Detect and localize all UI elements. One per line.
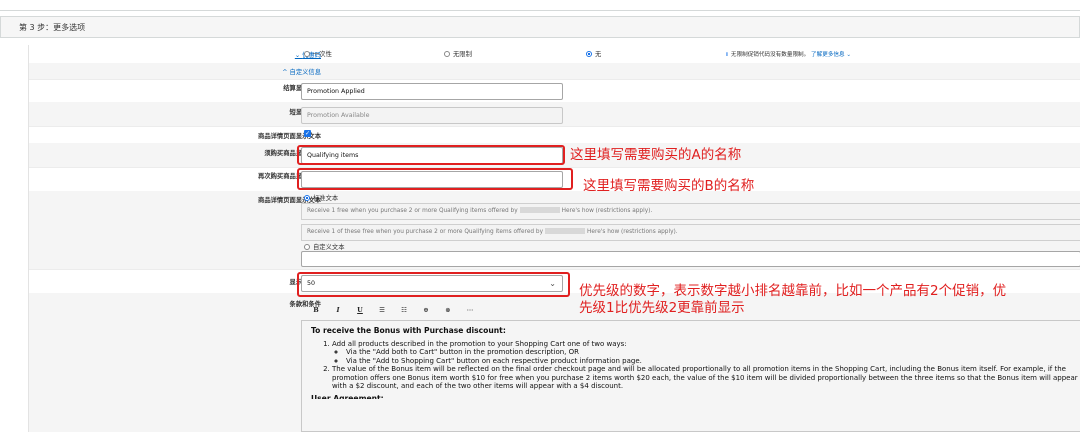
radio-custom-text[interactable]: 自定义文本 — [304, 242, 344, 251]
chevron-down-icon: ⌄ — [844, 52, 852, 58]
coupon-info: i 无限制促销代码没有数量限制。 了解更多信息 ⌄ — [726, 52, 852, 58]
checkmark-icon: ✓ — [304, 130, 311, 137]
radio-standard-text[interactable]: 标准文本 — [304, 193, 338, 202]
short-text-input[interactable]: Promotion Available — [301, 107, 563, 124]
bold-button[interactable]: B — [305, 303, 327, 317]
insert-link-button[interactable]: ⊕ — [415, 303, 437, 317]
terms-editor[interactable]: To receive the Bonus with Purchase disco… — [301, 320, 1080, 432]
checkout-text-input[interactable]: Promotion Applied — [301, 83, 563, 100]
editor-cut-heading: User Agreement: — [311, 394, 384, 400]
annotation-note-priority-1: 优先级的数字，表示数字越小排名越靠前，比如一个产品有2个促销，优 — [579, 283, 1007, 299]
more-options-form: ⌄ 优惠码 一次性 无限制 无 i 无限制促销代码没有数量限制。 了解更多信息 ⌄… — [28, 45, 1080, 432]
detail-checkbox-label: 商品详情页面显示文本 — [258, 133, 321, 140]
editor-sublist: Via the "Add both to Cart" button in the… — [332, 348, 1080, 365]
step-header: 第 3 步：更多选项 — [0, 16, 1080, 38]
info-icon: i — [726, 52, 728, 58]
radio-none[interactable]: 无 — [586, 49, 601, 58]
custom-messages-toggle[interactable]: ^ 自定义信息 — [282, 67, 321, 76]
radio-dot-icon — [304, 51, 310, 57]
underline-button[interactable]: U — [349, 303, 371, 317]
radio-dot-icon — [304, 244, 310, 250]
radio-dot-selected-icon — [586, 51, 592, 57]
chevron-up-icon: ^ — [282, 69, 290, 76]
remove-link-button[interactable]: ⊗ — [437, 303, 459, 317]
radio-unlimited[interactable]: 无限制 — [444, 49, 472, 58]
redacted-seller — [545, 228, 586, 234]
coupon-row: ⌄ 优惠码 一次性 无限制 无 i 无限制促销代码没有数量限制。 了解更多信息 ⌄ — [29, 45, 1080, 64]
detail-page-checkbox[interactable]: ✓ — [304, 130, 311, 137]
annotation-note-b: 这里填写需要购买的B的名称 — [583, 178, 755, 194]
redacted-seller — [519, 207, 560, 213]
editor-list-item: Add all products described in the promot… — [332, 340, 1080, 365]
annotation-note-a: 这里填写需要购买的A的名称 — [570, 147, 742, 163]
annotation-box-b — [297, 168, 573, 190]
editor-list: Add all products described in the promot… — [302, 340, 1080, 390]
learn-more-link[interactable]: 了解更多信息 — [811, 52, 845, 58]
italic-button[interactable]: I — [327, 303, 349, 317]
detail-checkbox-row: 商品详情页面显示文本 ✓ — [29, 126, 1080, 144]
bulleted-list-button[interactable]: ☷ — [393, 303, 415, 317]
radio-one-time[interactable]: 一次性 — [304, 49, 332, 58]
standard-text-line-2: Receive 1 of these free when you purchas… — [301, 224, 1080, 241]
annotation-note-priority-2: 先级1比优先级2更靠前显示 — [579, 300, 745, 316]
top-divider — [0, 0, 1080, 11]
annotation-box-priority — [297, 272, 570, 297]
checkout-text-row: 结算显示文本 Promotion Applied — [29, 79, 1080, 103]
editor-toolbar: B I U ☰ ☷ ⊕ ⊗ ⋯ — [305, 303, 481, 317]
editor-heading: To receive the Bonus with Purchase disco… — [311, 326, 506, 335]
numbered-list-button[interactable]: ☰ — [371, 303, 393, 317]
custom-messages-row: ^ 自定义信息 — [29, 63, 1080, 80]
standard-text-line-1: Receive 1 free when you purchase 2 or mo… — [301, 203, 1080, 220]
detail-text-row: 商品详情页面显示文本 标准文本 Receive 1 free when you … — [29, 191, 1080, 270]
short-text-row: 短显示文本 Promotion Available — [29, 102, 1080, 127]
custom-text-input[interactable] — [301, 251, 1080, 267]
editor-sublist-item: Via the "Add both to Cart" button in the… — [346, 348, 1080, 356]
annotation-box-a — [297, 145, 565, 165]
radio-dot-selected-icon — [304, 195, 310, 201]
more-button[interactable]: ⋯ — [459, 303, 481, 317]
editor-list-item: The value of the Bonus item will be refl… — [332, 365, 1080, 390]
step-title: 第 3 步：更多选项 — [19, 23, 86, 32]
editor-sublist-item: Via the "Add to Shopping Cart" button on… — [346, 357, 1080, 365]
radio-dot-icon — [444, 51, 450, 57]
